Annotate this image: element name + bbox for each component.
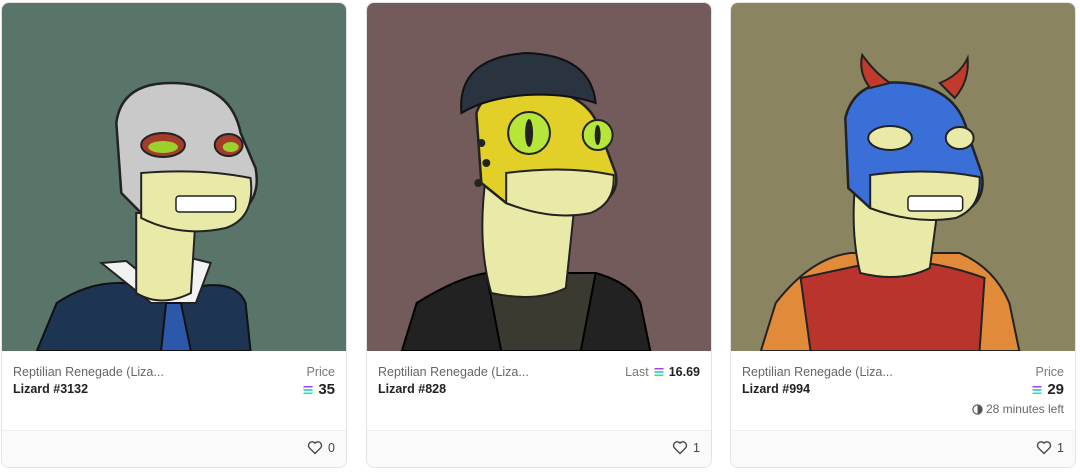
nft-name[interactable]: Lizard #994 bbox=[742, 382, 810, 396]
nft-card-lizard-994[interactable]: Reptilian Renegade (Liza... Lizard #994 … bbox=[730, 2, 1076, 468]
card-footer: 1 bbox=[367, 430, 711, 467]
last-price: 16.69 bbox=[668, 365, 700, 379]
like-button[interactable]: 0 bbox=[307, 440, 335, 455]
lizard-artwork bbox=[731, 3, 1075, 351]
heart-icon bbox=[1036, 441, 1052, 455]
solana-icon bbox=[653, 368, 664, 376]
clock-icon bbox=[972, 403, 983, 415]
solana-icon bbox=[1032, 385, 1043, 394]
heart-icon bbox=[307, 441, 323, 455]
nft-image[interactable] bbox=[2, 3, 346, 351]
nft-name[interactable]: Lizard #828 bbox=[378, 382, 446, 396]
price-value: 29 bbox=[1031, 381, 1064, 398]
nft-image[interactable] bbox=[731, 3, 1075, 351]
nft-image[interactable] bbox=[367, 3, 711, 351]
lizard-artwork bbox=[367, 3, 711, 351]
like-button[interactable]: 1 bbox=[672, 440, 700, 455]
auction-time-left: 28 minutes left bbox=[972, 402, 1064, 416]
card-info: Reptilian Renegade (Liza... Lizard #994 … bbox=[731, 351, 1075, 433]
lizard-artwork bbox=[2, 3, 346, 351]
card-footer: 0 bbox=[2, 430, 346, 467]
heart-icon bbox=[672, 441, 688, 455]
like-button[interactable]: 1 bbox=[1036, 440, 1064, 455]
last-sale: Last 16.69 bbox=[625, 365, 700, 379]
last-label: Last bbox=[625, 365, 649, 379]
time-left-text: 28 minutes left bbox=[985, 402, 1064, 416]
card-info: Reptilian Renegade (Liza... Lizard #3132… bbox=[2, 351, 346, 433]
collection-name[interactable]: Reptilian Renegade (Liza... bbox=[13, 365, 164, 379]
price-label: Price bbox=[1035, 365, 1064, 379]
nft-name[interactable]: Lizard #3132 bbox=[13, 382, 88, 396]
solana-icon bbox=[303, 385, 314, 394]
like-count: 1 bbox=[1057, 440, 1064, 455]
price-amount: 29 bbox=[1047, 381, 1064, 398]
card-info: Reptilian Renegade (Liza... Lizard #828 … bbox=[367, 351, 711, 433]
nft-card-lizard-3132[interactable]: Reptilian Renegade (Liza... Lizard #3132… bbox=[1, 2, 347, 468]
collection-name[interactable]: Reptilian Renegade (Liza... bbox=[378, 365, 529, 379]
like-count: 1 bbox=[693, 440, 700, 455]
nft-card-lizard-828[interactable]: Reptilian Renegade (Liza... Lizard #828 … bbox=[366, 2, 712, 468]
price-amount: 35 bbox=[318, 381, 335, 398]
card-footer: 1 bbox=[731, 430, 1075, 467]
price-value: 35 bbox=[302, 381, 335, 398]
collection-name[interactable]: Reptilian Renegade (Liza... bbox=[742, 365, 893, 379]
like-count: 0 bbox=[328, 440, 335, 455]
price-label: Price bbox=[306, 365, 335, 379]
